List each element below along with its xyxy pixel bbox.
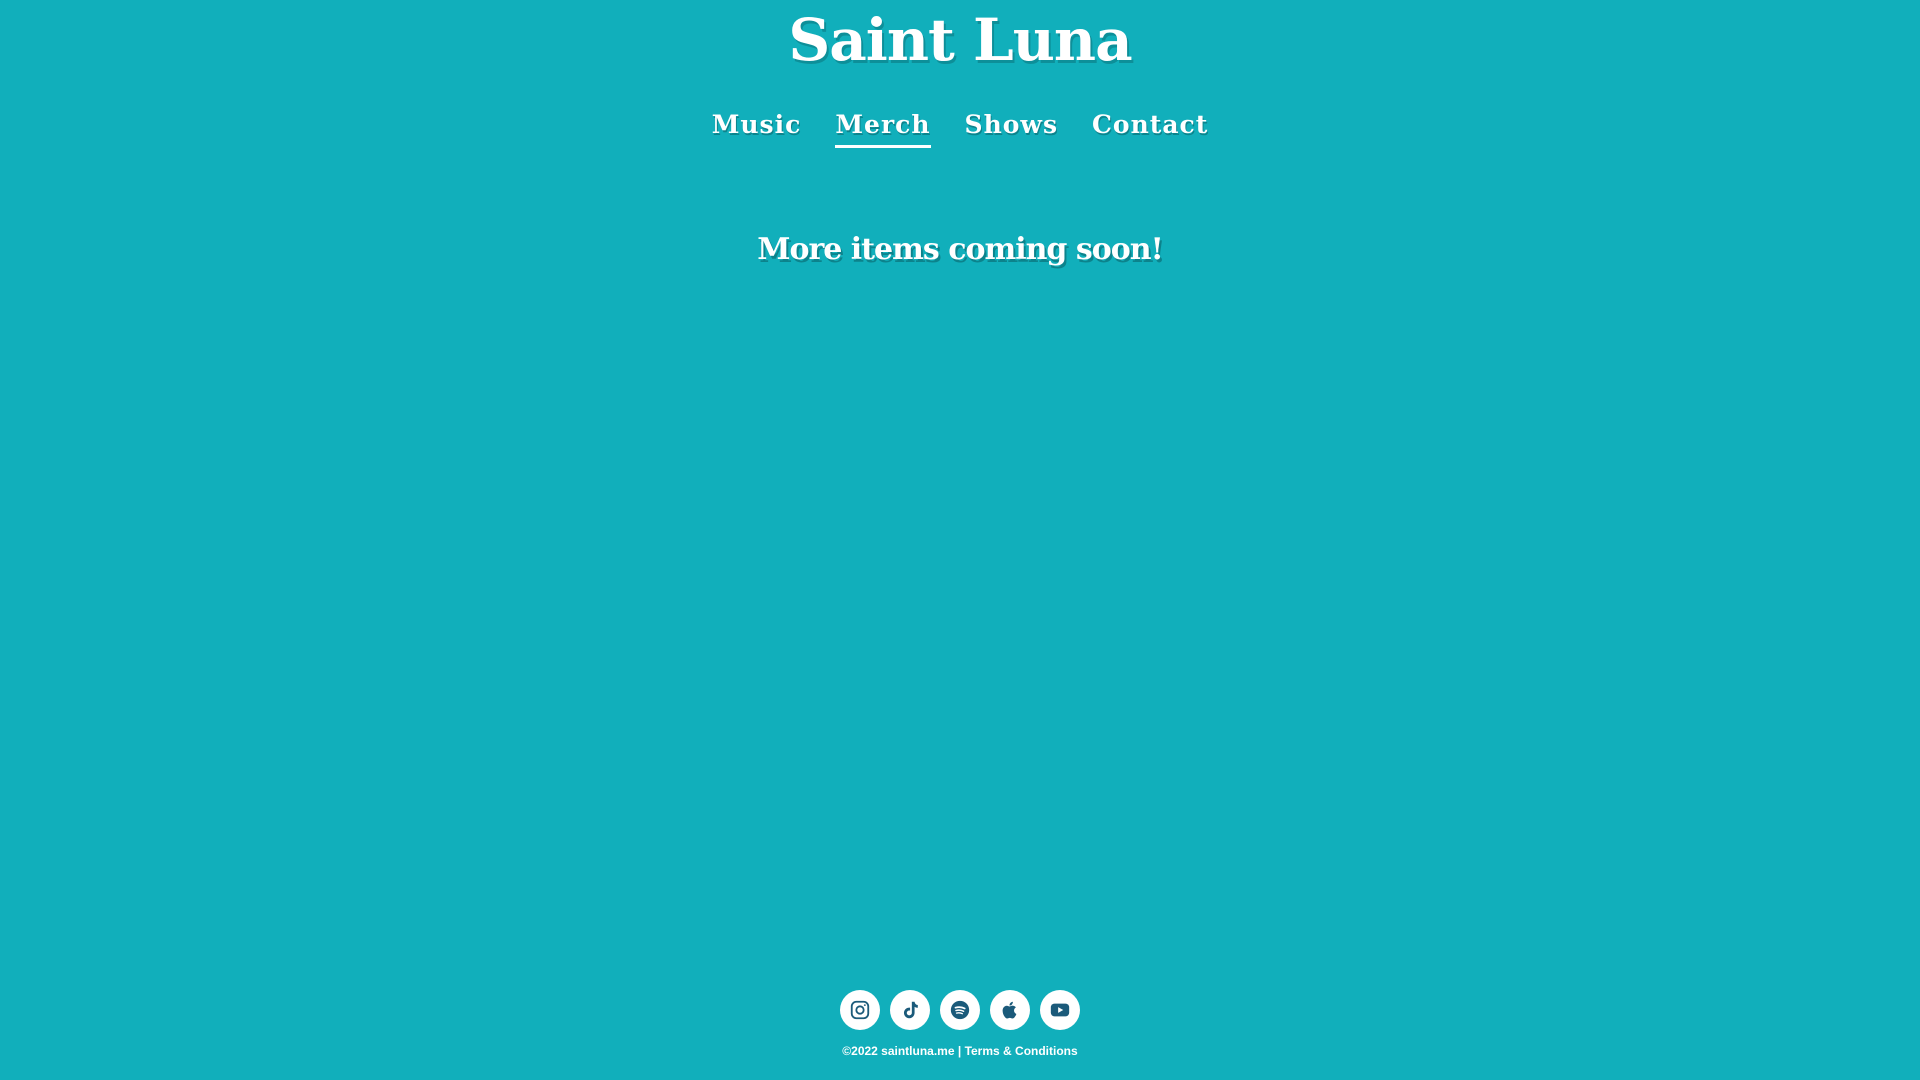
apple-music-link[interactable] xyxy=(990,990,1030,1030)
youtube-link[interactable] xyxy=(1040,990,1080,1030)
nav-item-music[interactable]: Music xyxy=(712,110,802,148)
instagram-link[interactable] xyxy=(840,990,880,1030)
spotify-icon xyxy=(950,1000,970,1020)
social-bar xyxy=(0,990,1920,1030)
youtube-icon xyxy=(1050,1003,1070,1017)
page: Saint Luna Music Merch Shows Contact Mor… xyxy=(0,0,1920,1080)
instagram-icon xyxy=(850,1000,870,1020)
nav-item-merch[interactable]: Merch xyxy=(835,110,931,148)
footer-separator: | xyxy=(954,1044,965,1058)
tiktok-link[interactable] xyxy=(890,990,930,1030)
tiktok-icon xyxy=(903,1001,918,1019)
apple-icon xyxy=(1002,1001,1017,1019)
main-nav: Music Merch Shows Contact xyxy=(0,110,1920,148)
footer: ©2022 saintluna.me | Terms & Conditions xyxy=(0,1044,1920,1058)
nav-item-shows[interactable]: Shows xyxy=(965,110,1059,148)
nav-item-contact[interactable]: Contact xyxy=(1092,110,1208,148)
coming-soon-notice: More items coming soon! xyxy=(757,232,1164,267)
spotify-link[interactable] xyxy=(940,990,980,1030)
copyright-text: ©2022 saintluna.me xyxy=(842,1044,955,1058)
site-title[interactable]: Saint Luna xyxy=(0,6,1920,74)
terms-link[interactable]: Terms & Conditions xyxy=(965,1044,1078,1058)
